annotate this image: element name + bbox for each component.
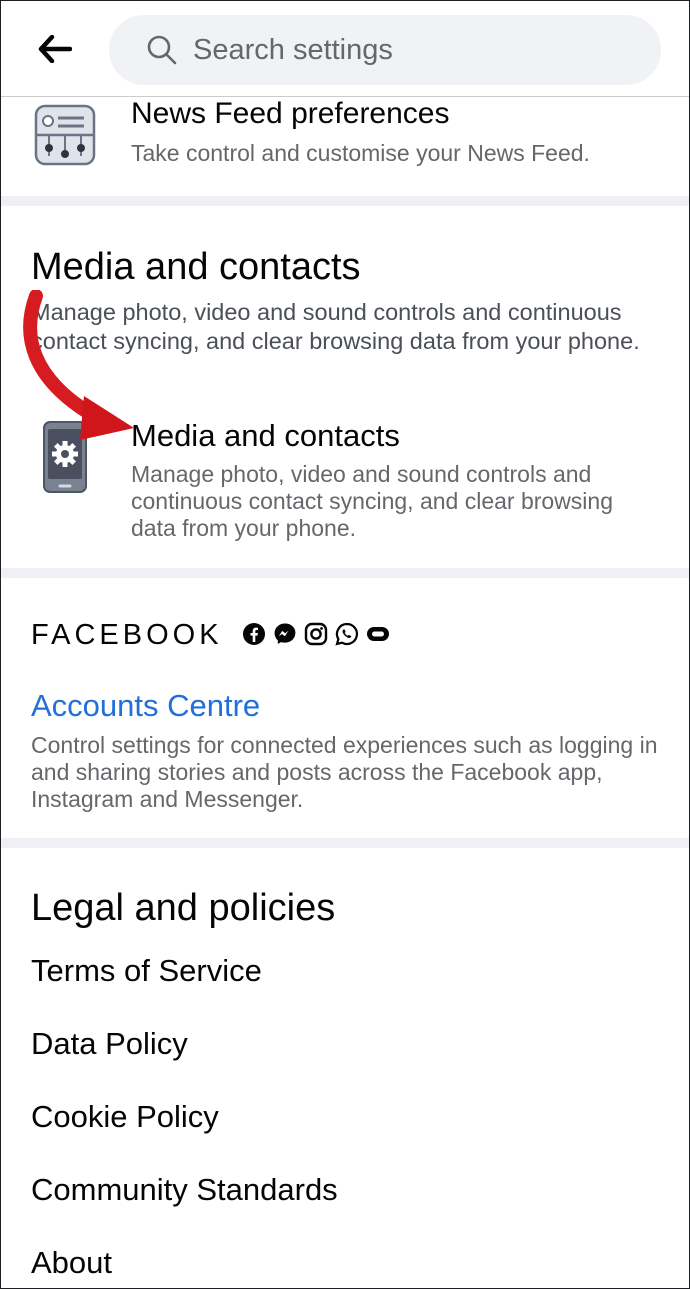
whatsapp-icon [335, 622, 359, 646]
accounts-centre-description: Control settings for connected experienc… [31, 732, 658, 812]
cookie-policy-link[interactable]: Cookie Policy [31, 1099, 219, 1135]
section-divider [1, 196, 689, 206]
section-divider [1, 568, 689, 578]
news-feed-preferences-icon [34, 104, 96, 166]
meta-apps-icons [242, 622, 390, 646]
search-icon [147, 35, 177, 65]
data-policy-link[interactable]: Data Policy [31, 1026, 188, 1062]
instagram-icon [304, 622, 328, 646]
media-and-contacts-title: Media and contacts [131, 418, 400, 453]
back-button[interactable] [33, 29, 77, 69]
search-input[interactable]: Search settings [109, 15, 661, 85]
annotation-arrow-icon [23, 290, 134, 440]
news-feed-preferences-description: Take control and customise your News Fee… [131, 140, 590, 166]
news-feed-preferences-title: News Feed preferences [131, 97, 450, 130]
oculus-icon [366, 622, 390, 646]
back-arrow-icon [38, 35, 72, 63]
community-standards-link[interactable]: Community Standards [31, 1172, 338, 1208]
search-placeholder: Search settings [193, 33, 393, 66]
section-divider [1, 838, 689, 848]
legal-section-heading: Legal and policies [31, 887, 336, 929]
facebook-icon [242, 622, 266, 646]
terms-of-service-link[interactable]: Terms of Service [31, 953, 262, 989]
media-and-contacts-description: Manage photo, video and sound controls a… [131, 461, 614, 541]
facebook-wordmark: FACEBOOK [31, 619, 223, 651]
about-link[interactable]: About [31, 1245, 112, 1281]
messenger-icon [273, 622, 297, 646]
media-section-heading: Media and contacts [31, 246, 361, 288]
accounts-centre-link[interactable]: Accounts Centre [31, 688, 260, 724]
settings-header: Search settings [1, 1, 689, 97]
